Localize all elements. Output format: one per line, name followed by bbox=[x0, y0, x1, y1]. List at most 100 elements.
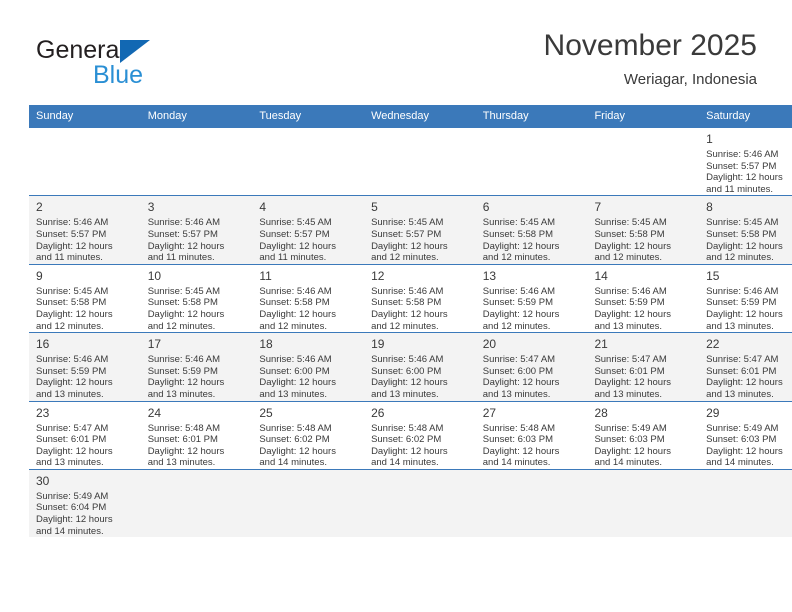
day-sun-info: Sunrise: 5:46 AM Sunset: 5:59 PM Daylight:… bbox=[476, 286, 588, 332]
calendar-empty-cell bbox=[252, 126, 365, 196]
calendar-empty-cell bbox=[699, 468, 792, 538]
brand-name-top: General bbox=[36, 36, 125, 64]
day-daylight-l1-text: Daylight: 12 hours bbox=[259, 308, 336, 320]
day-daylight-l1-text: Daylight: 12 hours bbox=[482, 240, 560, 252]
calendar-day-cell[interactable]: 5 Sunrise: 5:45 AM Sunset: 5:57 PM Daylight… bbox=[364, 195, 476, 265]
calendar-day-cell[interactable]: 23 Sunrise: 5:47 AM Sunset: 6:01 PM Dayligh… bbox=[29, 400, 141, 470]
calendar-week-row: 23 Sunrise: 5:47 AM Sunset: 6:01 PM Dayligh… bbox=[29, 400, 792, 470]
day-daylight-l2-text: and 12 minutes. bbox=[36, 320, 104, 332]
day-number: 21 bbox=[594, 337, 608, 352]
day-daylight-l2-text: and 12 minutes. bbox=[371, 320, 439, 332]
day-sunrise-text: Sunrise: 5:47 AM bbox=[706, 354, 779, 366]
weekday-header-monday: Monday bbox=[140, 105, 253, 128]
day-sunset-text: Sunset: 5:57 PM bbox=[371, 228, 442, 240]
day-sunrise-text: Sunrise: 5:46 AM bbox=[36, 354, 109, 366]
day-daylight-l2-text: and 13 minutes. bbox=[147, 388, 216, 400]
day-sun-info: Sunrise: 5:45 AM Sunset: 5:57 PM Daylight:… bbox=[364, 217, 476, 263]
calendar-day-cell[interactable]: 2 Sunrise: 5:46 AM Sunset: 5:57 PM Daylight… bbox=[29, 195, 141, 265]
calendar-day-cell[interactable]: 14 Sunrise: 5:46 AM Sunset: 5:59 PM Dayligh… bbox=[587, 263, 700, 333]
day-daylight-l1-text: Daylight: 12 hours bbox=[594, 377, 672, 389]
day-daylight-l1-text: Daylight: 12 hours bbox=[371, 445, 448, 457]
day-daylight-l2-text: and 13 minutes. bbox=[259, 388, 327, 400]
calendar-day-cell[interactable]: 27 Sunrise: 5:48 AM Sunset: 6:03 PM Dayligh… bbox=[475, 400, 588, 470]
calendar-day-cell[interactable]: 30 Sunrise: 5:49 AM Sunset: 6:04 PM Dayligh… bbox=[29, 468, 141, 538]
calendar-day-cell[interactable]: 13 Sunrise: 5:46 AM Sunset: 5:59 PM Dayligh… bbox=[475, 263, 588, 333]
calendar-week-row: 9 Sunrise: 5:45 AM Sunset: 5:58 PM Daylight… bbox=[29, 263, 792, 333]
weekday-header-thursday: Thursday bbox=[475, 105, 588, 128]
day-daylight-l2-text: and 12 minutes. bbox=[147, 320, 216, 332]
page-header: General Blue November 2025 Weriagar, Ind… bbox=[0, 0, 792, 104]
calendar-day-cell[interactable]: 7 Sunrise: 5:45 AM Sunset: 5:58 PM Daylight… bbox=[587, 195, 700, 265]
day-number: 20 bbox=[482, 337, 497, 352]
day-number: 30 bbox=[36, 473, 50, 488]
day-sunrise-text: Sunrise: 5:45 AM bbox=[36, 285, 109, 297]
calendar-day-cell[interactable]: 1 Sunrise: 5:46 AM Sunset: 5:57 PM Daylight… bbox=[699, 126, 792, 196]
calendar-grid: Sunday Monday Tuesday Wednesday Thursday Frid… bbox=[29, 105, 792, 538]
calendar-day-cell[interactable]: 11 Sunrise: 5:46 AM Sunset: 5:58 PM Dayligh… bbox=[252, 263, 365, 333]
day-number: 11 bbox=[259, 268, 272, 283]
calendar-day-cell[interactable]: 24 Sunrise: 5:48 AM Sunset: 6:01 PM Dayligh… bbox=[140, 400, 253, 470]
calendar-day-cell[interactable]: 10 Sunrise: 5:45 AM Sunset: 5:58 PM Dayligh… bbox=[140, 263, 253, 333]
calendar-day-cell[interactable]: 25 Sunrise: 5:48 AM Sunset: 6:02 PM Dayligh… bbox=[252, 400, 365, 470]
day-daylight-l1-text: Daylight: 12 hours bbox=[594, 308, 672, 320]
weekday-header-sunday: Sunday bbox=[29, 105, 141, 128]
day-number: 1 bbox=[706, 132, 713, 146]
day-sun-info: Sunrise: 5:46 AM Sunset: 5:58 PM Daylight:… bbox=[252, 286, 364, 332]
calendar-day-cell[interactable]: 18 Sunrise: 5:46 AM Sunset: 6:00 PM Dayligh… bbox=[252, 332, 365, 401]
day-number: 7 bbox=[594, 200, 602, 215]
calendar-day-cell[interactable]: 26 Sunrise: 5:48 AM Sunset: 6:02 PM Dayligh… bbox=[364, 400, 476, 470]
calendar-day-cell[interactable]: 28 Sunrise: 5:49 AM Sunset: 6:03 PM Dayligh… bbox=[587, 400, 700, 470]
calendar-day-cell[interactable]: 8 Sunrise: 5:45 AM Sunset: 5:58 PM Daylight… bbox=[699, 195, 792, 265]
calendar-day-cell[interactable]: 3 Sunrise: 5:46 AM Sunset: 5:57 PM Daylight… bbox=[140, 195, 253, 265]
calendar-day-cell[interactable]: 21 Sunrise: 5:47 AM Sunset: 6:01 PM Dayligh… bbox=[587, 332, 700, 401]
day-sunset-text: Sunset: 6:01 PM bbox=[147, 434, 218, 446]
day-daylight-l2-text: and 13 minutes. bbox=[36, 388, 104, 400]
calendar-day-cell[interactable]: 17 Sunrise: 5:46 AM Sunset: 5:59 PM Dayligh… bbox=[140, 332, 253, 401]
day-sunset-text: Sunset: 5:58 PM bbox=[482, 228, 553, 240]
day-sun-info: Sunrise: 5:46 AM Sunset: 6:00 PM Daylight:… bbox=[252, 354, 364, 400]
day-sun-info: Sunrise: 5:48 AM Sunset: 6:02 PM Daylight:… bbox=[252, 423, 364, 469]
day-daylight-l1-text: Daylight: 12 hours bbox=[36, 514, 113, 526]
calendar-empty-cell bbox=[587, 468, 700, 538]
day-daylight-l1-text: Daylight: 12 hours bbox=[482, 377, 560, 389]
calendar-day-cell[interactable]: 22 Sunrise: 5:47 AM Sunset: 6:01 PM Dayligh… bbox=[699, 332, 792, 401]
day-number: 13 bbox=[482, 268, 497, 283]
day-sunset-text: Sunset: 5:58 PM bbox=[147, 297, 218, 309]
day-sunrise-text: Sunrise: 5:45 AM bbox=[594, 217, 667, 229]
day-sun-info: Sunrise: 5:47 AM Sunset: 6:01 PM Daylight:… bbox=[587, 354, 699, 400]
calendar-empty-cell bbox=[364, 126, 476, 196]
calendar-day-cell[interactable]: 9 Sunrise: 5:45 AM Sunset: 5:58 PM Daylight… bbox=[29, 263, 141, 333]
day-sunset-text: Sunset: 6:03 PM bbox=[706, 434, 777, 446]
calendar-day-cell[interactable]: 12 Sunrise: 5:46 AM Sunset: 5:58 PM Dayligh… bbox=[364, 263, 476, 333]
day-sunset-text: Sunset: 6:02 PM bbox=[371, 434, 442, 446]
triangle-flag-icon bbox=[120, 40, 150, 63]
calendar-day-cell[interactable]: 19 Sunrise: 5:46 AM Sunset: 6:00 PM Dayligh… bbox=[364, 332, 476, 401]
day-sun-info: Sunrise: 5:47 AM Sunset: 6:01 PM Daylight:… bbox=[29, 423, 141, 469]
day-sunrise-text: Sunrise: 5:45 AM bbox=[147, 285, 221, 297]
day-number: 8 bbox=[706, 200, 713, 215]
day-sunset-text: Sunset: 5:59 PM bbox=[594, 297, 665, 309]
calendar-day-cell[interactable]: 29 Sunrise: 5:49 AM Sunset: 6:03 PM Dayligh… bbox=[699, 400, 792, 470]
day-daylight-l2-text: and 13 minutes. bbox=[594, 388, 663, 400]
day-sunset-text: Sunset: 6:04 PM bbox=[36, 502, 107, 514]
day-number: 5 bbox=[371, 200, 378, 215]
day-daylight-l2-text: and 11 minutes. bbox=[706, 183, 774, 195]
calendar-page: General Blue November 2025 Weriagar, Ind… bbox=[0, 0, 792, 612]
day-daylight-l2-text: and 13 minutes. bbox=[371, 388, 439, 400]
day-sunset-text: Sunset: 6:03 PM bbox=[482, 434, 553, 446]
calendar-empty-cell bbox=[140, 126, 253, 196]
day-daylight-l2-text: and 14 minutes. bbox=[259, 457, 327, 469]
day-sunrise-text: Sunrise: 5:47 AM bbox=[36, 422, 109, 434]
day-sunset-text: Sunset: 6:00 PM bbox=[259, 365, 330, 377]
calendar-day-cell[interactable]: 15 Sunrise: 5:46 AM Sunset: 5:59 PM Dayligh… bbox=[699, 263, 792, 333]
calendar-day-cell[interactable]: 6 Sunrise: 5:45 AM Sunset: 5:58 PM Daylight… bbox=[475, 195, 588, 265]
calendar-day-cell[interactable]: 4 Sunrise: 5:45 AM Sunset: 5:57 PM Daylight… bbox=[252, 195, 365, 265]
day-sun-info: Sunrise: 5:47 AM Sunset: 6:01 PM Daylight:… bbox=[699, 354, 792, 400]
calendar-day-cell[interactable]: 16 Sunrise: 5:46 AM Sunset: 5:59 PM Dayligh… bbox=[29, 332, 141, 401]
day-sun-info: Sunrise: 5:45 AM Sunset: 5:57 PM Daylight:… bbox=[252, 217, 364, 263]
day-sunset-text: Sunset: 5:59 PM bbox=[147, 365, 218, 377]
day-sunset-text: Sunset: 5:57 PM bbox=[706, 160, 777, 172]
calendar-day-cell[interactable]: 20 Sunrise: 5:47 AM Sunset: 6:00 PM Dayligh… bbox=[475, 332, 588, 401]
day-sunrise-text: Sunrise: 5:49 AM bbox=[36, 490, 109, 502]
brand-logo[interactable]: General Blue bbox=[36, 36, 206, 89]
